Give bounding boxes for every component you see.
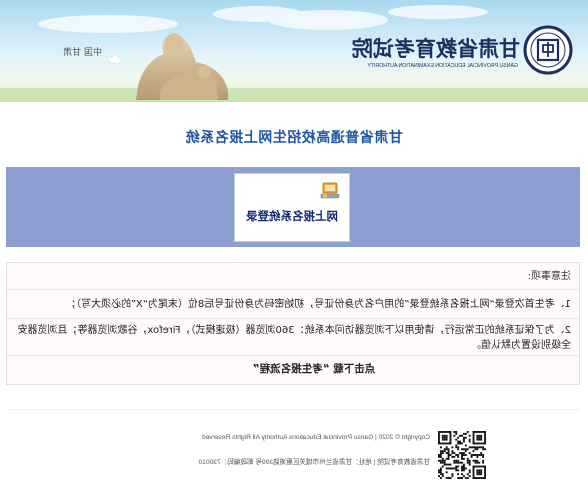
page: 中国 甘肃 甘肃省教育考试院 GANSU PROVINCIAL EDUCATIO… (0, 0, 588, 496)
download-process-link[interactable]: “考生报名流程” (253, 363, 330, 375)
login-link-label[interactable]: 网上报名系统登录 (235, 208, 349, 224)
notice-panel: 注意事项: 1、考生首次登录“网上报名系统登录”的用户名为身份证号，初始密码为身… (6, 262, 580, 385)
footer-address: 甘肃省教育考试院 | 地址：甘肃省兰州市城关区雁滩路399号 邮政编码：7300… (198, 459, 430, 466)
download-row: 点击下载 “考生报名流程” (7, 356, 579, 383)
login-button[interactable]: 网上报名系统登录 (234, 173, 350, 242)
notice-heading: 注意事项: (7, 263, 579, 290)
notice-item: 1、考生首次登录“网上报名系统登录”的用户名为身份证号，初始密码为身份证号后8位… (7, 290, 579, 319)
authority-title: 甘肃省教育考试院 (352, 36, 520, 61)
footer-copyright: Copyright © 2020 | Gansu Provincial Educ… (202, 434, 430, 441)
header-banner: 中国 甘肃 甘肃省教育考试院 GANSU PROVINCIAL EDUCATIO… (0, 0, 588, 102)
computer-key-icon (320, 182, 340, 199)
page-title: 甘肃省普通高校招生网上报名系统 (185, 130, 403, 146)
authority-subtitle: GANSU PROVINCIAL EDUCATION EXAMINATION A… (367, 63, 518, 69)
download-prefix: 点击下载 (333, 363, 376, 375)
authority-logo-icon (523, 25, 573, 75)
notice-item: 2、为了保证系统的正常运行，请使用以下浏览器访问本系统：360浏览器（极速模式）… (7, 319, 579, 356)
region-text: 中国 甘肃 (63, 46, 102, 58)
qr-code-icon (438, 431, 486, 479)
footer-divider (8, 409, 580, 410)
